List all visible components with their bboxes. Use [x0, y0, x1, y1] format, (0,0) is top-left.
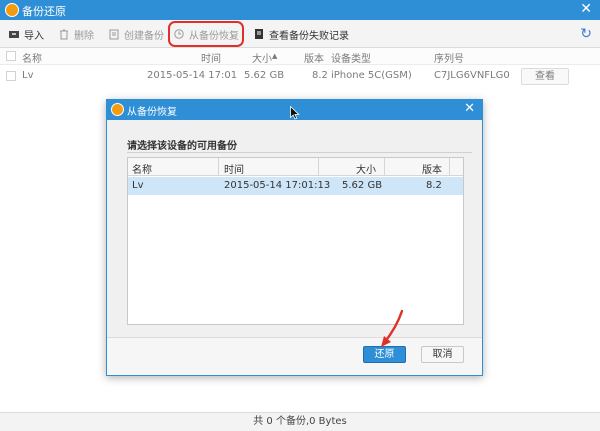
toolbar: 导入 删除 创建备份 从备份恢复 查看备份失败记录 ↻	[0, 20, 600, 48]
failed-log-icon	[253, 28, 265, 40]
cancel-button[interactable]: 取消	[421, 346, 464, 363]
column-divider	[218, 158, 219, 176]
view-failed-records-button[interactable]: 查看备份失败记录	[253, 26, 349, 42]
dlg-row-size: 5.62 GB	[342, 180, 383, 191]
dlg-row-time: 2015-05-14 17:01:13	[224, 180, 331, 191]
backup-list-row[interactable]: Lv 2015-05-14 17:01:13 5.62 GB 8.2	[128, 177, 463, 195]
dlg-row-version: 8.2	[426, 180, 442, 191]
import-label: 导入	[24, 30, 44, 42]
dlg-col-size[interactable]: 大小	[356, 161, 376, 176]
dlg-row-name: Lv	[132, 180, 144, 191]
import-icon	[8, 28, 20, 40]
prompt-divider	[127, 152, 472, 153]
main-window-title: 备份还原	[22, 5, 66, 18]
status-text: 共 0 个备份,0 Bytes	[253, 416, 347, 427]
dlg-col-time[interactable]: 时间	[224, 161, 244, 176]
dialog-title: 从备份恢复	[127, 107, 177, 118]
dialog-close-icon[interactable]: ✕	[464, 101, 475, 117]
close-icon[interactable]: ✕	[580, 1, 592, 17]
dialog-logo-icon	[111, 103, 124, 116]
column-divider	[449, 158, 450, 176]
backup-list-header: 名称 时间 大小 版本	[128, 158, 463, 176]
delete-label: 删除	[74, 30, 94, 42]
refresh-icon[interactable]: ↻	[580, 26, 592, 42]
history-icon	[173, 28, 185, 40]
view-failed-records-label: 查看备份失败记录	[269, 30, 349, 42]
dialog-footer: 还原 取消	[107, 337, 482, 375]
restore-from-backup-button[interactable]: 从备份恢复	[168, 21, 244, 47]
create-backup-label: 创建备份	[124, 30, 164, 42]
status-bar: 共 0 个备份,0 Bytes	[0, 412, 600, 431]
dlg-col-name[interactable]: 名称	[132, 161, 152, 176]
backup-list[interactable]: 名称 时间 大小 版本 Lv 2015-05-14 17:01:13 5.62 …	[127, 157, 464, 325]
app-logo-icon	[5, 3, 19, 17]
main-titlebar: 备份还原 ✕	[0, 0, 600, 20]
annotation-arrow-icon	[381, 309, 404, 347]
column-divider	[384, 158, 385, 176]
backup-icon	[108, 28, 120, 40]
restore-dialog: 从备份恢复 ✕ 请选择该设备的可用备份 名称 时间 大小 版本 Lv 2015-…	[106, 99, 483, 376]
restore-from-backup-label: 从备份恢复	[189, 30, 239, 42]
mouse-cursor-icon	[290, 106, 300, 120]
dialog-body: 请选择该设备的可用备份 名称 时间 大小 版本 Lv 2015-05-14 17…	[107, 120, 482, 337]
import-button[interactable]: 导入	[8, 26, 44, 42]
dialog-prompt: 请选择该设备的可用备份	[127, 141, 237, 152]
create-backup-button[interactable]: 创建备份	[108, 26, 164, 42]
dlg-col-version[interactable]: 版本	[422, 161, 442, 176]
trash-icon	[58, 28, 70, 40]
column-divider	[318, 158, 319, 176]
delete-button[interactable]: 删除	[58, 26, 94, 42]
